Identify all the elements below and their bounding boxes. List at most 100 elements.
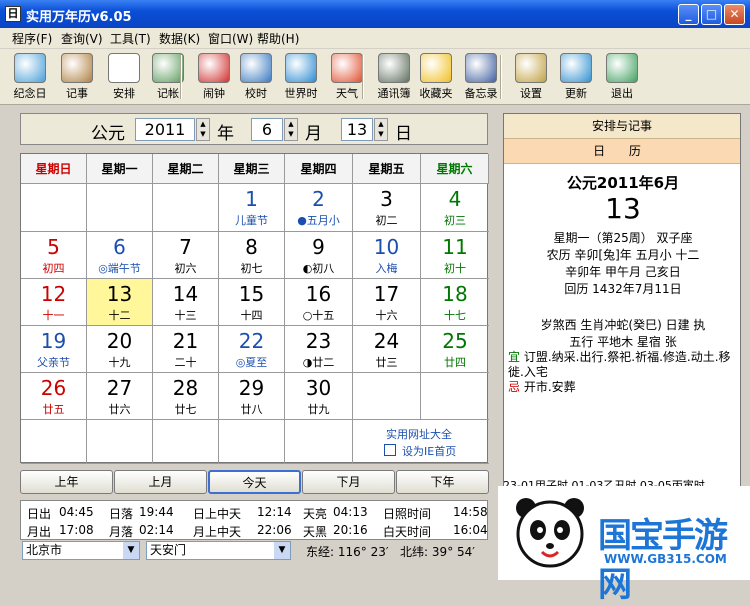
lunar-label: 儿童节 xyxy=(235,214,268,227)
today-button[interactable]: 今天 xyxy=(208,470,301,494)
next-month-button[interactable]: 下月 xyxy=(302,470,395,494)
menu-help[interactable]: 帮助(H) xyxy=(257,30,299,47)
day-cell[interactable]: 15 十四 xyxy=(219,279,285,326)
toolbar-address-book-button[interactable]: 通讯簿 xyxy=(372,51,416,103)
ji-block: 忌 开市.安葬 xyxy=(508,380,738,395)
menu-data[interactable]: 数据(K) xyxy=(159,30,200,47)
day-cell[interactable]: 10 入梅 xyxy=(353,232,421,279)
year-input[interactable]: 2011 xyxy=(135,118,195,141)
day-number: 16 xyxy=(305,282,332,306)
toolbar-notes-button[interactable]: 记事 xyxy=(55,51,99,103)
homepage-checkbox[interactable] xyxy=(384,444,396,456)
lunar-label: 十四 xyxy=(240,309,263,322)
address-book-icon xyxy=(378,53,410,83)
toolbar-update-button[interactable]: 更新 xyxy=(554,51,598,103)
toolbar-exit-button[interactable]: 退出 xyxy=(600,51,644,103)
day-cell[interactable]: 27 廿六 xyxy=(87,373,153,420)
month-input[interactable]: 6 xyxy=(251,118,283,141)
toolbar-settings-button[interactable]: 设置 xyxy=(509,51,553,103)
day-cell[interactable]: 30 廿九 xyxy=(285,373,353,420)
toolbar-clock-sync-button[interactable]: 校时 xyxy=(234,51,278,103)
day-number: 17 xyxy=(373,282,400,306)
day-cell[interactable]: 17 十六 xyxy=(353,279,421,326)
ji-label: 忌 xyxy=(508,380,521,394)
day-number: 11 xyxy=(442,235,468,259)
lunar-label: 十六 xyxy=(375,309,398,322)
day-cell[interactable]: 23 ◑廿二 xyxy=(285,326,353,373)
day-cell[interactable]: 28 廿七 xyxy=(153,373,219,420)
day-cell[interactable]: 5 初四 xyxy=(21,232,87,279)
day-cell[interactable]: 21 二十 xyxy=(153,326,219,373)
sites-link[interactable]: 实用网址大全 xyxy=(386,426,452,442)
day-cell[interactable]: 1 儿童节 xyxy=(219,184,285,232)
day-input[interactable]: 13 xyxy=(341,118,373,141)
toolbar-memorial-button[interactable]: 纪念日 xyxy=(8,51,52,103)
month-spinner[interactable]: ▲ ▼ xyxy=(284,118,298,141)
day-cell[interactable]: 13 十二 xyxy=(87,279,153,326)
day-cell[interactable]: 11 初十 xyxy=(421,232,489,279)
close-button[interactable]: ✕ xyxy=(724,4,745,25)
day-cell[interactable]: 12 十一 xyxy=(21,279,87,326)
weekday-header: 星期六 xyxy=(421,154,489,184)
panel-subheader[interactable]: 日 历 xyxy=(504,139,740,164)
longitude-label: 东经: xyxy=(306,545,335,559)
day-number: 3 xyxy=(380,187,393,211)
day-cell[interactable]: 6 ◎端午节 xyxy=(87,232,153,279)
toolbar-label: 安排 xyxy=(113,87,135,100)
day-cell[interactable]: 2 ●五月小 xyxy=(285,184,353,232)
day-cell[interactable]: 24 廿三 xyxy=(353,326,421,373)
day-cell[interactable]: 18 十七 xyxy=(421,279,489,326)
toolbar-favorites-button[interactable]: 收藏夹 xyxy=(414,51,458,103)
toolbar-ledger-button[interactable]: 记帐 xyxy=(146,51,190,103)
year-spinner[interactable]: ▲ ▼ xyxy=(196,118,210,141)
day-cell[interactable]: 29 廿八 xyxy=(219,373,285,420)
day-number: 29 xyxy=(238,376,265,400)
day-cell[interactable]: 19 父亲节 xyxy=(21,326,87,373)
day-cell[interactable]: 16 ○十五 xyxy=(285,279,353,326)
lunar-label: 廿七 xyxy=(174,403,197,416)
lunar-label: ◑廿二 xyxy=(302,356,335,369)
panel-hijri-line: 回历 1432年7月11日 xyxy=(564,282,682,296)
maximize-button[interactable]: □ xyxy=(701,4,722,25)
toolbar-schedule-button[interactable]: 安排 xyxy=(102,51,146,103)
lunar-label: 初七 xyxy=(240,262,263,275)
day-cell[interactable]: 7 初六 xyxy=(153,232,219,279)
day-cell[interactable]: 3 初二 xyxy=(353,184,421,232)
prev-month-button[interactable]: 上月 xyxy=(114,470,207,494)
day-number: 4 xyxy=(448,187,462,211)
next-year-button[interactable]: 下年 xyxy=(396,470,489,494)
day-cell[interactable]: 9 ◐初八 xyxy=(285,232,353,279)
city-select[interactable]: 北京市 ▼ xyxy=(22,541,140,560)
menu-query[interactable]: 查询(V) xyxy=(61,30,103,47)
toolbar-globe-button[interactable]: 世界时 xyxy=(279,51,323,103)
day-cell[interactable]: 26 廿五 xyxy=(21,373,87,420)
day-cell[interactable]: 20 十九 xyxy=(87,326,153,373)
panel-wuxing-line: 五行 平地木 星宿 张 xyxy=(569,335,677,349)
ji-text: 开市.安葬 xyxy=(523,380,576,394)
day-cell[interactable]: 25 廿四 xyxy=(421,326,489,373)
day-cell[interactable]: 8 初七 xyxy=(219,232,285,279)
lunar-label: 廿三 xyxy=(375,356,398,369)
district-select[interactable]: 天安门 ▼ xyxy=(146,541,291,560)
panel-header[interactable]: 安排与记事 xyxy=(504,114,740,139)
minimize-button[interactable]: _ xyxy=(678,4,699,25)
day-cell[interactable]: 22 ◎夏至 xyxy=(219,326,285,373)
prev-year-button[interactable]: 上年 xyxy=(20,470,113,494)
day-cell[interactable]: 14 十三 xyxy=(153,279,219,326)
toolbar-label: 备忘录 xyxy=(464,87,498,100)
lunar-label: 廿八 xyxy=(240,403,263,416)
menu-program[interactable]: 程序(F) xyxy=(12,30,52,47)
weekday-header: 星期五 xyxy=(353,154,421,184)
panel-weekday-line: 星期一（第25周） 双子座 xyxy=(553,231,693,245)
menu-window[interactable]: 窗口(W) xyxy=(208,30,253,47)
toolbar-memo-button[interactable]: 备忘录 xyxy=(459,51,503,103)
longitude-value: 116° 23′ xyxy=(337,545,389,559)
toolbar-alarm-button[interactable]: 闹钟 xyxy=(192,51,236,103)
weekday-header: 星期二 xyxy=(153,154,219,184)
day-number: 22 xyxy=(238,329,265,353)
app-icon: 日 xyxy=(5,6,21,22)
globe-icon xyxy=(285,53,317,83)
day-spinner[interactable]: ▲ ▼ xyxy=(374,118,388,141)
menu-tools[interactable]: 工具(T) xyxy=(110,30,151,47)
day-cell[interactable]: 4 初三 xyxy=(421,184,489,232)
